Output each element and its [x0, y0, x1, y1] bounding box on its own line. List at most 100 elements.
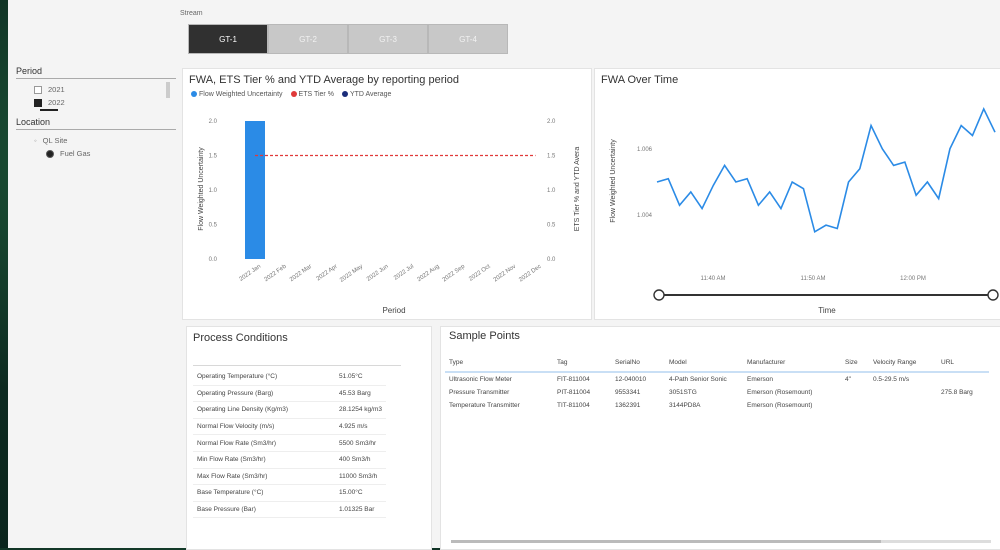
x-tick-label: 11:50 AM: [801, 276, 826, 282]
report-canvas: Stream GT-1 GT-2 GT-3 GT-4 Period 2021 2…: [8, 0, 1000, 550]
period-filter-title: Period: [16, 66, 43, 76]
table-row: Operating Pressure (Barg) 45.53 Barg: [193, 385, 387, 403]
column-header[interactable]: Model: [665, 353, 743, 373]
column-header[interactable]: Tag: [553, 353, 611, 373]
condition-label: Normal Flow Velocity (m/s): [193, 418, 335, 436]
table-cell: Ultrasonic Flow Meter: [449, 376, 512, 383]
condition-value: 28.1254 kg/m3: [335, 401, 387, 419]
y-tick-label: 1.0: [209, 188, 218, 194]
table-row: Min Flow Rate (Sm3/hr) 400 Sm3/h: [193, 451, 387, 469]
condition-value: 45.53 Barg: [335, 385, 387, 403]
condition-value: 15.00°C: [335, 484, 387, 502]
table-cell: 3144PD8A: [669, 402, 701, 409]
process-conditions-panel: Process Conditions Operating Temperature…: [186, 326, 432, 550]
x-tick-label: 2022 Oct: [468, 264, 492, 283]
fwa-series-line: [656, 107, 996, 234]
table-cell: [869, 386, 937, 399]
tab-gt-4[interactable]: GT-4: [428, 24, 508, 54]
location-filter-title: Location: [16, 117, 51, 127]
x-tick-label: 2022 Mar: [289, 264, 313, 283]
condition-label: Min Flow Rate (Sm3/hr): [193, 451, 335, 469]
tab-gt-3[interactable]: GT-3: [348, 24, 428, 54]
stream-label: Stream: [180, 10, 203, 17]
table-cell: Pressure Transmitter: [449, 389, 510, 396]
condition-label: Base Pressure (Bar): [193, 501, 335, 519]
x-tick-label: 11:40 AM: [701, 276, 726, 282]
condition-label: Operating Line Density (Kg/m3): [193, 401, 335, 419]
location-option-fuel-gas[interactable]: Fuel Gas: [16, 147, 176, 160]
x-tick-label: 2022 Nov: [493, 264, 517, 284]
table-cell: Temperature Transmitter: [449, 402, 520, 409]
condition-value: 4.925 m/s: [335, 418, 387, 436]
table-row: Operating Line Density (Kg/m3) 28.1254 kg…: [193, 401, 387, 419]
panel-title: Process Conditions: [193, 332, 288, 344]
table-cell: 275.8 Barg: [941, 389, 973, 396]
table-cell: 1362391: [615, 402, 641, 409]
condition-label: Operating Pressure (Barg): [193, 385, 335, 403]
column-header[interactable]: Type: [445, 353, 553, 373]
table-cell: [937, 372, 989, 386]
y2-tick-label: 2.0: [547, 119, 556, 125]
tab-gt-2[interactable]: GT-2: [268, 24, 348, 54]
table-cell: 3051STG: [669, 389, 697, 396]
column-header[interactable]: Size: [841, 353, 869, 373]
table-cell: [841, 399, 869, 412]
condition-value: 1.01325 Bar: [335, 501, 387, 519]
table-cell: Emerson (Rosemount): [747, 402, 813, 409]
fwa-bar: [245, 121, 265, 259]
fwa-ets-chart-panel: FWA, ETS Tier % and YTD Average by repor…: [182, 68, 592, 320]
table-row: Temperature Transmitter TIT-811004 1362391…: [445, 399, 989, 412]
column-header[interactable]: SerialNo: [611, 353, 665, 373]
x-tick-label: 2022 Dec: [518, 264, 542, 284]
condition-label: Operating Temperature (°C): [193, 369, 335, 386]
filter-sidebar: Period 2021 2022 Location ◦ QL Site Fuel…: [16, 62, 176, 160]
period-option-2022[interactable]: 2022: [16, 96, 176, 109]
y-tick-label: 1.006: [637, 147, 653, 153]
table-cell: TIT-811004: [557, 402, 590, 409]
table-cell: PIT-811004: [557, 389, 591, 396]
table-cell: FIT-811004: [557, 376, 590, 383]
y2-tick-label: 1.0: [547, 188, 556, 194]
condition-value: 11000 Sm3/h: [335, 468, 387, 486]
table-cell: [937, 399, 989, 412]
tab-gt-1[interactable]: GT-1: [188, 24, 268, 54]
condition-label: Normal Flow Rate (Sm3/hr): [193, 434, 335, 452]
table-row: Operating Temperature (°C) 51.05°C: [193, 369, 387, 386]
expand-icon: ◦: [34, 136, 37, 145]
location-option-label: Fuel Gas: [60, 149, 91, 158]
table-row: Pressure Transmitter PIT-811004 9553341 305…: [445, 386, 989, 399]
period-option-label: 2021: [48, 85, 65, 94]
table-cell: 4-Path Senior Sonic: [669, 376, 727, 383]
x-tick-label: 2022 Sep: [442, 263, 467, 283]
condition-value: 5500 Sm3/hr: [335, 434, 387, 452]
location-option-ql-site[interactable]: ◦ QL Site: [16, 134, 176, 147]
horizontal-scrollbar[interactable]: [451, 540, 991, 543]
scroll-indicator: [40, 109, 58, 111]
period-scrollbar[interactable]: [166, 82, 170, 98]
y-tick-label: 2.0: [209, 119, 218, 125]
slider-handle-end: [987, 289, 999, 301]
y-axis-label: Flow Weighted Uncertainty: [610, 139, 617, 223]
x-tick-label: 2022 Jan: [238, 264, 262, 283]
condition-label: Max Flow Rate (Sm3/hr): [193, 468, 335, 486]
period-option-2021[interactable]: 2021: [16, 83, 176, 96]
table-cell: 9553341: [615, 389, 641, 396]
table-row: Ultrasonic Flow Meter FIT-811004 12-040010…: [445, 372, 989, 386]
y2-tick-label: 0.0: [547, 257, 556, 263]
y-tick-label: 1.004: [637, 213, 653, 219]
divider: [16, 129, 176, 130]
table-cell: Emerson: [747, 376, 774, 383]
y2-axis-label: ETS Tier % and YTD Avera: [574, 147, 581, 232]
fwa-line-chart: 1.004 1.006 11:40 AM 11:50 AM 12:00 PM Time Fl…: [610, 107, 999, 315]
column-header[interactable]: Velocity Range: [869, 353, 937, 373]
divider: [16, 78, 176, 79]
x-tick-label: 2022 Feb: [263, 263, 288, 283]
column-header[interactable]: URL: [937, 353, 989, 373]
scrollbar-thumb[interactable]: [451, 540, 881, 543]
fwa-over-time-panel: FWA Over Time 1.004 1.006 11:40 AM 11:50 AM…: [594, 68, 1000, 320]
table-cell: 0.5-29.5 m/s: [873, 376, 910, 383]
condition-value: 51.05°C: [335, 369, 387, 386]
x-tick-label: 2022 Aug: [416, 264, 440, 283]
column-header[interactable]: Manufacturer: [743, 353, 841, 373]
table-cell: [869, 399, 937, 412]
